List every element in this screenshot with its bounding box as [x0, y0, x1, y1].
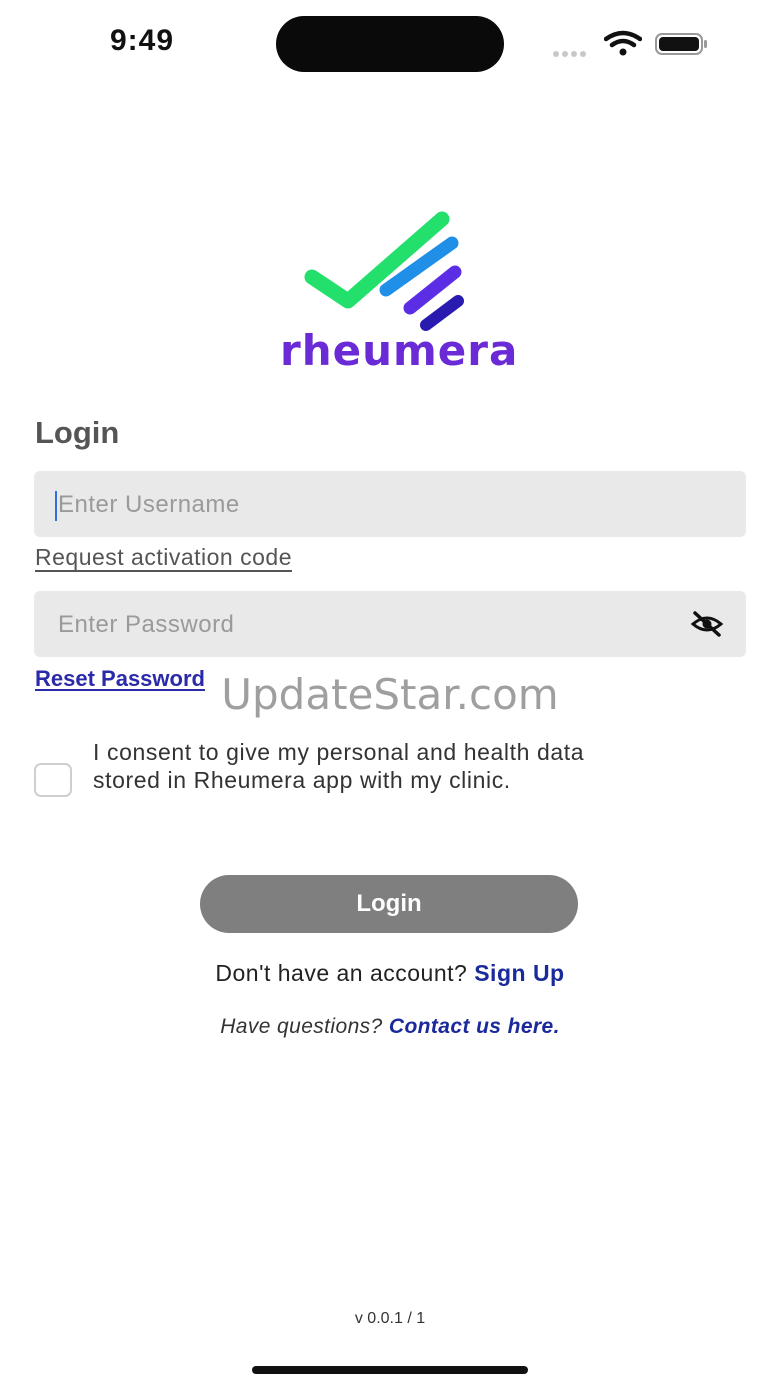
rheumera-logo-icon [304, 211, 464, 331]
cellular-signal-icon [553, 44, 593, 57]
battery-icon [655, 33, 707, 55]
login-button[interactable]: Login [200, 875, 578, 933]
sign-up-link[interactable]: Sign Up [474, 960, 564, 986]
request-activation-code-link[interactable]: Request activation code [35, 544, 292, 571]
login-title: Login [35, 415, 120, 450]
password-input[interactable] [56, 591, 680, 659]
eye-off-icon[interactable] [690, 610, 724, 638]
status-time: 9:49 [110, 24, 175, 57]
wifi-icon [604, 30, 642, 56]
dynamic-island [276, 16, 504, 72]
username-field-container [34, 471, 746, 539]
contact-prompt: Have questions? Contact us here. [0, 1015, 780, 1039]
questions-text: Have questions? [220, 1015, 383, 1038]
contact-us-link[interactable]: Contact us here. [389, 1015, 560, 1038]
password-field-container [34, 591, 746, 659]
home-indicator[interactable] [252, 1366, 528, 1374]
no-account-text: Don't have an account? [215, 960, 468, 986]
watermark-text: UpdateStar.com [221, 670, 559, 719]
text-caret [55, 491, 57, 521]
signup-prompt: Don't have an account? Sign Up [0, 960, 780, 987]
brand-wordmark: rheumera [280, 326, 519, 375]
app-version: v 0.0.1 / 1 [354, 1310, 426, 1327]
username-input[interactable] [56, 471, 680, 539]
consent-text: I consent to give my personal and health… [93, 739, 585, 793]
consent-checkbox[interactable] [34, 763, 72, 797]
